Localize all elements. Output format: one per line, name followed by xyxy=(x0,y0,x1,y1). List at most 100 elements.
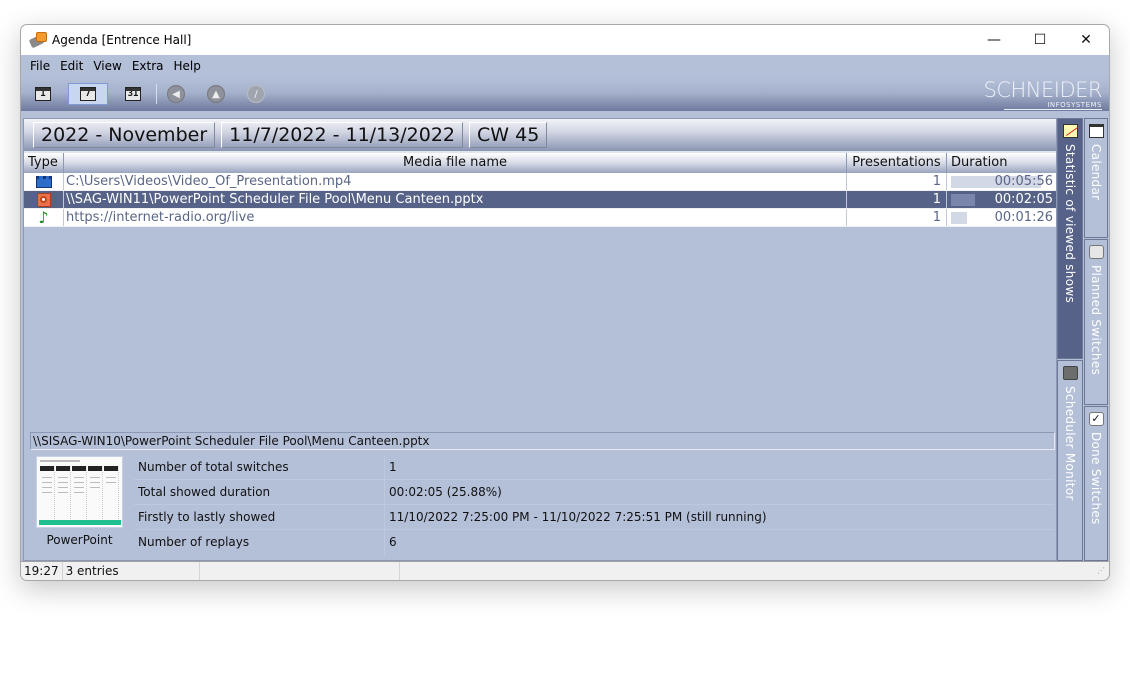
toolbar: 1 7 31 ◀ ▲ / SCHNEIDER INFOSYSTEMS xyxy=(21,77,1109,111)
statistics-panel: 2022 - November 11/7/2022 - 11/13/2022 C… xyxy=(23,118,1057,561)
up-button[interactable]: ▲ xyxy=(207,85,225,103)
stat-value: 1 xyxy=(389,460,397,474)
menu-bar: File Edit View Extra Help xyxy=(21,55,1109,77)
minimize-button[interactable]: — xyxy=(971,25,1017,55)
close-button[interactable]: ✕ xyxy=(1063,25,1109,55)
stat-value: 00:02:05 (25.88%) xyxy=(389,485,502,499)
tab-calendar[interactable]: Calendar xyxy=(1084,118,1108,238)
month-view-button[interactable]: 31 xyxy=(118,83,148,105)
table-row[interactable]: \\SAG-WIN11\PowerPoint Scheduler File Po… xyxy=(24,191,1056,209)
status-bar: 19:27 3 entries ⋰ xyxy=(21,561,1109,580)
powerpoint-file-icon xyxy=(36,192,51,207)
tab-label: Scheduler Monitor xyxy=(1063,386,1077,501)
stat-value: 6 xyxy=(389,535,397,549)
day-view-button[interactable]: 1 xyxy=(28,83,58,105)
duration-bar xyxy=(951,212,967,224)
thumbnail-caption: PowerPoint xyxy=(46,533,113,547)
stat-row-replays: Number of replays 6 xyxy=(134,530,1054,555)
column-header-media-file-name[interactable]: Media file name xyxy=(64,153,847,173)
duration-cell: 00:05:56 xyxy=(947,173,1056,190)
back-icon: ◀ xyxy=(172,88,180,100)
audio-stream-icon: ♪ xyxy=(38,207,49,227)
status-time: 19:27 xyxy=(21,562,63,580)
toolbar-separator xyxy=(156,84,157,104)
edit-icon: / xyxy=(254,88,258,100)
column-header-presentations[interactable]: Presentations xyxy=(847,153,947,173)
tab-done-switches[interactable]: ✓ Done Switches xyxy=(1084,406,1108,561)
calendar-icon xyxy=(1088,124,1104,138)
edit-button[interactable]: / xyxy=(247,85,265,103)
calendar-week-label[interactable]: CW 45 xyxy=(469,122,548,148)
tab-label: Statistic of viewed shows xyxy=(1063,144,1077,304)
duration-cell: 00:01:26 xyxy=(947,209,1056,226)
agenda-app-icon xyxy=(28,32,48,49)
stat-row-total-duration: Total showed duration 00:02:05 (25.88%) xyxy=(134,480,1054,505)
menu-view[interactable]: View xyxy=(88,59,126,73)
duration-value: 00:02:05 xyxy=(994,192,1053,207)
stat-row-total-switches: Number of total switches 1 xyxy=(134,455,1054,480)
statistic-icon xyxy=(1062,124,1078,138)
duration-value: 00:05:56 xyxy=(994,174,1053,189)
up-icon: ▲ xyxy=(212,88,220,100)
stat-label: Firstly to lastly showed xyxy=(134,505,385,529)
status-empty-panel xyxy=(200,562,400,580)
month-label[interactable]: 2022 - November xyxy=(33,122,216,148)
menu-help[interactable]: Help xyxy=(169,59,206,73)
calendar-day-icon: 1 xyxy=(35,87,51,101)
logo-main-text: SCHNEIDER xyxy=(983,78,1103,102)
type-cell: ♪ xyxy=(24,209,64,226)
tab-statistic-of-viewed-shows[interactable]: Statistic of viewed shows xyxy=(1057,118,1083,359)
media-file-name: \\SAG-WIN11\PowerPoint Scheduler File Po… xyxy=(64,191,847,208)
status-entries: 3 entries xyxy=(63,562,200,580)
stat-label: Number of replays xyxy=(134,530,385,555)
period-header: 2022 - November 11/7/2022 - 11/13/2022 C… xyxy=(24,119,1056,153)
maximize-button[interactable]: ☐ xyxy=(1017,25,1063,55)
stat-value: 11/10/2022 7:25:00 PM - 11/10/2022 7:25:… xyxy=(389,510,767,524)
media-file-name: C:\Users\Videos\Video_Of_Presentation.mp… xyxy=(64,173,847,190)
media-table-body: C:\Users\Videos\Video_Of_Presentation.mp… xyxy=(24,173,1056,227)
statistics-details: Number of total switches 1 Total showed … xyxy=(134,455,1054,555)
presentations-count: 1 xyxy=(847,191,947,208)
tab-label: Calendar xyxy=(1089,144,1103,201)
presentations-count: 1 xyxy=(847,209,947,226)
stat-row-first-last-shown: Firstly to lastly showed 11/10/2022 7:25… xyxy=(134,505,1054,530)
date-range-label[interactable]: 11/7/2022 - 11/13/2022 xyxy=(221,122,464,148)
video-file-icon xyxy=(35,175,52,188)
schneider-logo: SCHNEIDER INFOSYSTEMS xyxy=(983,78,1103,110)
tab-label: Done Switches xyxy=(1089,432,1103,525)
table-row[interactable]: C:\Users\Videos\Video_Of_Presentation.mp… xyxy=(24,173,1056,191)
menu-extra[interactable]: Extra xyxy=(127,59,169,73)
stat-label: Total showed duration xyxy=(134,480,385,504)
title-bar: Agenda [Entrence Hall] — ☐ ✕ xyxy=(21,25,1109,55)
done-switches-icon: ✓ xyxy=(1088,412,1104,426)
menu-file[interactable]: File xyxy=(25,59,55,73)
stat-label: Number of total switches xyxy=(134,455,385,479)
table-header: Type Media file name Presentations Durat… xyxy=(24,153,1056,173)
window-title: Agenda [Entrence Hall] xyxy=(52,33,192,47)
resize-grip[interactable]: ⋰ xyxy=(1097,562,1109,580)
planned-switches-icon xyxy=(1088,245,1104,259)
logo-sub-text: INFOSYSTEMS xyxy=(1003,101,1102,110)
media-file-name: https://internet-radio.org/live xyxy=(64,209,847,226)
duration-cell: 00:02:05 xyxy=(947,191,1056,208)
week-view-button[interactable]: 7 xyxy=(68,83,108,105)
type-cell xyxy=(24,191,64,208)
agenda-window: Agenda [Entrence Hall] — ☐ ✕ File Edit V… xyxy=(20,24,1110,581)
presentations-count: 1 xyxy=(847,173,947,190)
table-row[interactable]: ♪ https://internet-radio.org/live 1 00:0… xyxy=(24,209,1056,227)
menu-edit[interactable]: Edit xyxy=(55,59,88,73)
calendar-month-icon: 31 xyxy=(125,87,141,101)
duration-value: 00:01:26 xyxy=(994,210,1053,225)
presentation-thumbnail xyxy=(36,456,123,528)
column-header-duration[interactable]: Duration xyxy=(947,153,1056,173)
tab-scheduler-monitor[interactable]: Scheduler Monitor xyxy=(1057,360,1083,561)
selected-file-path: \\SISAG-WIN10\PowerPoint Scheduler File … xyxy=(30,432,1055,450)
duration-bar xyxy=(951,194,975,206)
tab-planned-switches[interactable]: Planned Switches xyxy=(1084,239,1108,405)
back-button[interactable]: ◀ xyxy=(167,85,185,103)
side-tab-bar: Statistic of viewed shows Calendar Plann… xyxy=(1057,118,1109,561)
tab-label: Planned Switches xyxy=(1089,265,1103,376)
type-cell xyxy=(24,173,64,190)
scheduler-monitor-icon xyxy=(1062,366,1078,380)
column-header-type[interactable]: Type xyxy=(24,153,64,173)
